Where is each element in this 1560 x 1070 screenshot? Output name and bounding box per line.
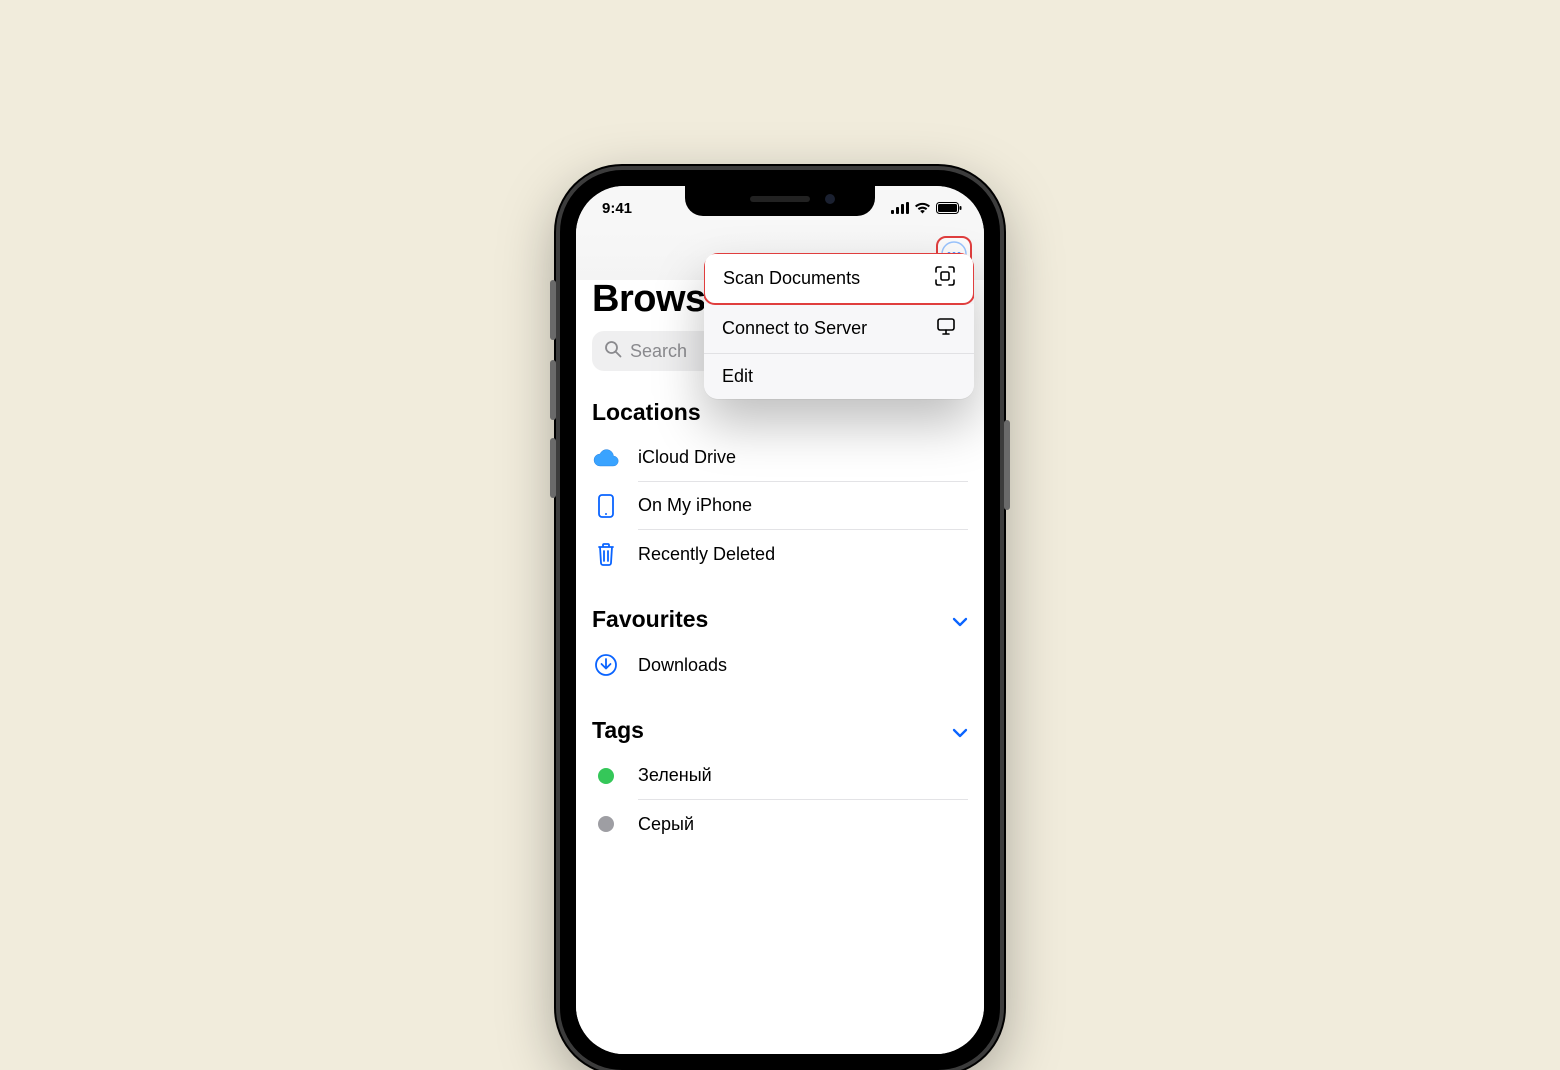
location-recently-deleted[interactable]: Recently Deleted [592, 530, 968, 578]
tag-row-green[interactable]: Зеленый [592, 752, 968, 800]
tag-dot-icon [598, 816, 614, 832]
menu-connect-server[interactable]: Connect to Server [704, 304, 974, 354]
menu-item-label: Edit [722, 366, 753, 387]
search-icon [604, 340, 622, 363]
menu-item-label: Scan Documents [723, 268, 860, 289]
favourite-downloads[interactable]: Downloads [592, 641, 968, 689]
favourites-list: Downloads [592, 641, 968, 689]
chevron-down-icon [952, 717, 968, 744]
row-label: Recently Deleted [638, 544, 775, 565]
section-title: Tags [592, 717, 644, 744]
section-favourites-header[interactable]: Favourites [592, 606, 968, 633]
phone-frame: 9:41 [560, 170, 1000, 1070]
tag-dot-icon [598, 768, 614, 784]
tags-list: Зеленый Серый [592, 752, 968, 848]
row-label: Зеленый [638, 765, 712, 786]
location-icloud-drive[interactable]: iCloud Drive [592, 434, 968, 482]
section-tags-header[interactable]: Tags [592, 717, 968, 744]
download-circle-icon [592, 653, 620, 677]
wifi-icon [914, 202, 931, 214]
search-placeholder: Search [630, 341, 687, 362]
row-label: iCloud Drive [638, 447, 736, 468]
status-time: 9:41 [602, 200, 632, 217]
monitor-icon [936, 316, 956, 341]
scan-icon [935, 266, 955, 291]
tag-row-grey[interactable]: Серый [592, 800, 968, 848]
row-label: On My iPhone [638, 495, 752, 516]
screen: 9:41 [576, 186, 984, 1054]
row-label: Серый [638, 814, 694, 835]
menu-scan-documents[interactable]: Scan Documents [704, 253, 974, 305]
row-label: Downloads [638, 655, 727, 676]
location-on-my-iphone[interactable]: On My iPhone [592, 482, 968, 530]
section-title: Locations [592, 399, 701, 426]
battery-icon [936, 202, 962, 214]
chevron-down-icon [952, 606, 968, 633]
trash-icon [592, 542, 620, 566]
section-locations-header[interactable]: Locations [592, 399, 968, 426]
iphone-icon [592, 494, 620, 518]
more-menu-popover: Scan Documents Connect to Server [704, 253, 974, 399]
notch [685, 186, 875, 216]
menu-item-label: Connect to Server [722, 318, 867, 339]
menu-edit[interactable]: Edit [704, 354, 974, 399]
cloud-icon [592, 449, 620, 467]
section-title: Favourites [592, 606, 708, 633]
cellular-icon [891, 202, 909, 214]
locations-list: iCloud Drive On My iPhone [592, 434, 968, 578]
